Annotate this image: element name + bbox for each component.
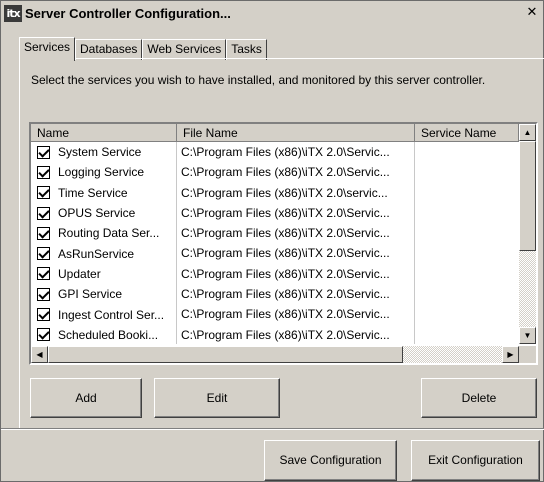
scrollbar-corner <box>519 346 536 363</box>
edit-button[interactable]: Edit <box>154 378 280 418</box>
service-name-label: AsRunService <box>58 246 135 261</box>
column-header-file-name[interactable]: File Name <box>177 124 415 142</box>
service-checkbox[interactable] <box>37 206 50 220</box>
service-name-label: Routing Data Ser... <box>58 226 160 241</box>
column-header-name[interactable]: Name <box>31 124 177 142</box>
scroll-up-icon[interactable]: ▲ <box>519 124 536 141</box>
service-checkbox[interactable] <box>37 308 50 322</box>
column-header-service-name[interactable]: Service Name <box>415 124 519 142</box>
service-name-label: Logging Service <box>58 165 145 180</box>
service-name-cell: Scheduled Booki... <box>31 324 177 344</box>
list-header: Name File Name Service Name <box>31 124 519 142</box>
add-button[interactable]: Add <box>30 378 142 418</box>
service-name-value-cell <box>415 264 519 284</box>
tab-tasks[interactable]: Tasks <box>226 39 267 60</box>
services-list[interactable]: Name File Name Service Name System Servi… <box>29 122 538 365</box>
list-rows: System Service C:\Program Files (x86)\iTX… <box>31 142 519 344</box>
service-checkbox[interactable] <box>37 226 50 240</box>
horizontal-scroll-thumb[interactable] <box>48 346 403 363</box>
service-name-label: GPI Service <box>58 287 123 302</box>
vertical-scrollbar[interactable]: ▲ ▼ <box>519 124 536 344</box>
service-name-cell: GPI Service <box>31 284 177 305</box>
tab-strip: Services Databases Web Services Tasks <box>19 37 267 61</box>
window-title: Server Controller Configuration... <box>25 5 231 21</box>
service-name-label: Scheduled Booki... <box>58 327 159 342</box>
service-name-cell: Updater <box>31 263 177 285</box>
service-checkbox[interactable] <box>37 328 50 342</box>
service-name-label: Time Service <box>58 185 128 200</box>
title-bar[interactable]: itx Server Controller Configuration... ✕ <box>2 2 542 24</box>
service-checkbox[interactable] <box>37 186 50 200</box>
file-name-cell: C:\Program Files (x86)\iTX 2.0\Servic... <box>177 142 415 163</box>
table-row[interactable]: AsRunService C:\Program Files (x86)\iTX 2… <box>31 243 519 264</box>
tab-databases[interactable]: Databases <box>75 39 143 60</box>
save-configuration-button[interactable]: Save Configuration <box>264 440 397 481</box>
file-name-cell: C:\Program Files (x86)\iTX 2.0\Servic... <box>177 243 415 264</box>
service-name-cell: OPUS Service <box>31 202 177 224</box>
service-name-value-cell <box>415 183 519 203</box>
file-name-cell: C:\Program Files (x86)\iTX 2.0\Servic... <box>177 304 415 325</box>
service-name-cell: System Service <box>31 142 177 163</box>
table-row[interactable]: Logging Service C:\Program Files (x86)\iT… <box>31 162 519 183</box>
service-checkbox[interactable] <box>37 287 50 301</box>
config-window: itx Server Controller Configuration... ✕… <box>0 0 544 482</box>
service-name-value-cell <box>415 325 519 344</box>
close-icon[interactable]: ✕ <box>524 5 540 19</box>
table-row[interactable]: Ingest Control Ser... C:\Program Files (x… <box>31 304 519 325</box>
scroll-right-icon[interactable]: ▶ <box>502 346 519 363</box>
service-name-cell: Logging Service <box>31 162 177 183</box>
service-name-value-cell <box>415 203 519 223</box>
footer-separator <box>1 428 544 430</box>
file-name-cell: C:\Program Files (x86)\iTX 2.0\Servic... <box>177 324 415 344</box>
service-name-cell: Time Service <box>31 182 177 203</box>
scroll-left-icon[interactable]: ◀ <box>31 346 48 363</box>
services-description: Select the services you wish to have ins… <box>31 73 486 87</box>
services-list-content: Name File Name Service Name System Servi… <box>31 124 519 344</box>
delete-button[interactable]: Delete <box>421 378 537 418</box>
scroll-down-icon[interactable]: ▼ <box>519 327 536 344</box>
tab-services[interactable]: Services <box>19 37 76 61</box>
service-name-cell: AsRunService <box>31 243 177 264</box>
service-name-label: OPUS Service <box>58 206 136 221</box>
service-name-cell: Routing Data Ser... <box>31 223 177 244</box>
service-name-value-cell <box>415 142 519 162</box>
table-row[interactable]: GPI Service C:\Program Files (x86)\iTX 2.… <box>31 284 519 305</box>
table-row[interactable]: OPUS Service C:\Program Files (x86)\iTX 2… <box>31 202 519 224</box>
service-checkbox[interactable] <box>37 267 50 281</box>
table-row[interactable]: Scheduled Booki... C:\Program Files (x86)… <box>31 324 519 344</box>
service-name-value-cell <box>415 223 519 243</box>
service-name-cell: Ingest Control Ser... <box>31 304 177 325</box>
file-name-cell: C:\Program Files (x86)\iTX 2.0\servic... <box>177 182 415 203</box>
table-row[interactable]: Time Service C:\Program Files (x86)\iTX 2… <box>31 182 519 203</box>
file-name-cell: C:\Program Files (x86)\iTX 2.0\Servic... <box>177 263 415 285</box>
exit-configuration-button[interactable]: Exit Configuration <box>411 440 540 481</box>
app-icon: itx <box>4 4 22 22</box>
table-row[interactable]: Updater C:\Program Files (x86)\iTX 2.0\Se… <box>31 263 519 285</box>
file-name-cell: C:\Program Files (x86)\iTX 2.0\Servic... <box>177 223 415 244</box>
service-checkbox[interactable] <box>37 165 50 179</box>
tab-web-services[interactable]: Web Services <box>142 39 227 60</box>
service-name-label: Ingest Control Ser... <box>58 307 165 322</box>
service-name-label: Updater <box>58 266 101 281</box>
vertical-scroll-thumb[interactable] <box>519 141 536 251</box>
table-row[interactable]: System Service C:\Program Files (x86)\iTX… <box>31 142 519 163</box>
service-checkbox[interactable] <box>37 247 50 261</box>
file-name-cell: C:\Program Files (x86)\iTX 2.0\Servic... <box>177 284 415 305</box>
service-name-value-cell <box>415 304 519 324</box>
service-name-value-cell <box>415 162 519 182</box>
service-checkbox[interactable] <box>37 145 50 159</box>
table-row[interactable]: Routing Data Ser... C:\Program Files (x86… <box>31 223 519 244</box>
horizontal-scrollbar[interactable]: ◀ ▶ <box>31 346 519 363</box>
service-name-value-cell <box>415 284 519 304</box>
file-name-cell: C:\Program Files (x86)\iTX 2.0\Servic... <box>177 202 415 224</box>
service-name-value-cell <box>415 243 519 263</box>
file-name-cell: C:\Program Files (x86)\iTX 2.0\Servic... <box>177 162 415 183</box>
service-name-label: System Service <box>58 145 142 160</box>
